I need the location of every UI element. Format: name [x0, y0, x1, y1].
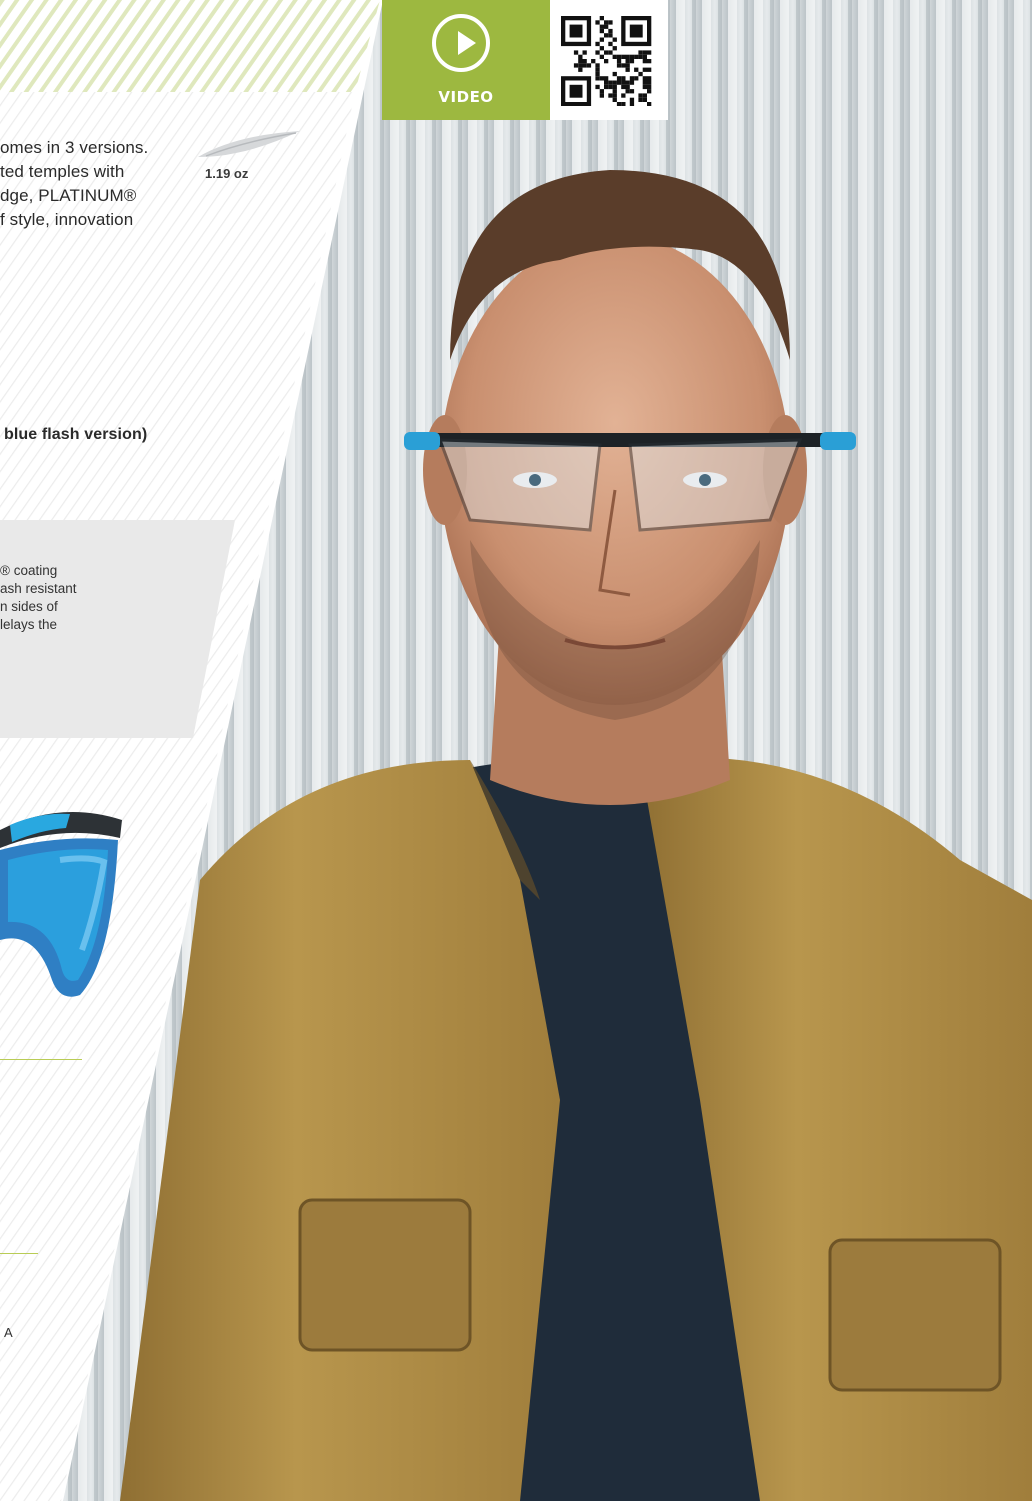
version-note: blue flash version)	[4, 426, 148, 443]
product-glasses-image	[0, 812, 122, 997]
qr-code-pattern	[561, 16, 652, 106]
divider-rule-2	[0, 1253, 38, 1254]
intro-line-3: dge, PLATINUM®	[0, 186, 137, 205]
coating-line-3: n sides of	[0, 599, 58, 614]
model-photo-illustration	[62, 0, 1032, 1501]
partial-letter: A	[4, 1325, 13, 1340]
intro-line-1: omes in 3 versions.	[0, 138, 149, 157]
feather-icon	[198, 131, 300, 157]
coating-line-4: lelays the	[0, 617, 58, 632]
qr-code-icon[interactable]	[550, 0, 668, 120]
product-photo	[62, 0, 1032, 1501]
intro-line-2: ted temples with	[0, 162, 125, 181]
video-label: VIDEO	[438, 88, 494, 106]
coating-line-1: ® coating	[0, 563, 58, 578]
video-button[interactable]: VIDEO	[382, 0, 550, 120]
play-icon	[432, 14, 490, 72]
divider-rule-1	[0, 1059, 82, 1060]
weight-label: 1.19 oz	[205, 166, 249, 181]
coating-line-2: ash resistant	[0, 581, 77, 596]
intro-line-4: f style, innovation	[0, 210, 134, 229]
